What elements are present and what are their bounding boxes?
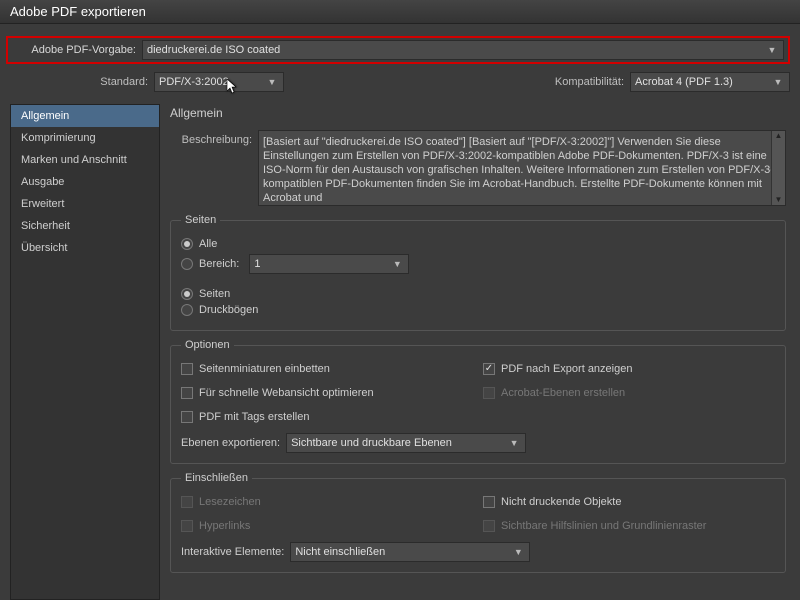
standard-compat-row: Standard: PDF/X-3:2002 ▼ Kompatibilität:… — [10, 72, 790, 92]
chevron-down-icon: ▼ — [765, 45, 779, 55]
sidebar-item-output[interactable]: Ausgabe — [11, 171, 159, 193]
standard-value: PDF/X-3:2002 — [159, 76, 229, 88]
chevron-down-icon: ▼ — [511, 547, 525, 557]
preset-dropdown[interactable]: diedruckerei.de ISO coated ▼ — [142, 40, 784, 60]
main-area: Allgemein Komprimierung Marken und Ansch… — [10, 104, 790, 600]
description-label: Beschreibung: — [170, 130, 252, 206]
check-acrobat-layers: Acrobat-Ebenen erstellen — [483, 387, 775, 399]
export-pdf-dialog: Adobe PDF exportieren Adobe PDF-Vorgabe:… — [0, 0, 800, 600]
check-fast-web-view[interactable]: Für schnelle Webansicht optimieren — [181, 387, 473, 399]
include-fieldset: Einschließen Lesezeichen Nicht druckende… — [170, 472, 786, 573]
radio-icon — [181, 258, 193, 270]
sidebar-item-summary[interactable]: Übersicht — [11, 237, 159, 259]
standard-dropdown[interactable]: PDF/X-3:2002 ▼ — [154, 72, 284, 92]
sidebar-item-compression[interactable]: Komprimierung — [11, 127, 159, 149]
interactive-elements-row: Interaktive Elemente: Nicht einschließen… — [181, 542, 775, 562]
checkbox-icon — [181, 411, 193, 423]
sidebar-item-general[interactable]: Allgemein — [11, 105, 159, 127]
radio-icon — [181, 288, 193, 300]
export-layers-dropdown[interactable]: Sichtbare und druckbare Ebenen ▼ — [286, 433, 526, 453]
window-title: Adobe PDF exportieren — [10, 4, 146, 19]
include-legend: Einschließen — [181, 472, 252, 484]
description-textarea[interactable]: [Basiert auf "diedruckerei.de ISO coated… — [258, 130, 786, 206]
chevron-down-icon: ▼ — [507, 438, 521, 448]
chevron-down-icon: ▼ — [771, 77, 785, 87]
check-guides-grids: Sichtbare Hilfslinien und Grundlinienras… — [483, 520, 775, 532]
titlebar: Adobe PDF exportieren — [0, 0, 800, 24]
description-text: [Basiert auf "diedruckerei.de ISO coated… — [263, 136, 774, 204]
chevron-down-icon: ▼ — [390, 259, 404, 269]
checkbox-icon — [483, 363, 495, 375]
export-layers-label: Ebenen exportieren: — [181, 437, 280, 449]
check-nonprinting-objects[interactable]: Nicht druckende Objekte — [483, 496, 775, 508]
sidebar-item-marks-bleed[interactable]: Marken und Anschnitt — [11, 149, 159, 171]
pages-fieldset: Seiten Alle Bereich: 1 ▼ — [170, 214, 786, 331]
compat-value: Acrobat 4 (PDF 1.3) — [635, 76, 733, 88]
mouse-cursor-icon — [227, 79, 239, 95]
check-view-after-export[interactable]: PDF nach Export anzeigen — [483, 363, 775, 375]
check-tagged-pdf[interactable]: PDF mit Tags erstellen — [181, 411, 473, 423]
checkbox-icon — [181, 520, 193, 532]
preset-row: Adobe PDF-Vorgabe: diedruckerei.de ISO c… — [6, 36, 790, 64]
scrollbar[interactable]: ▲ ▼ — [771, 131, 785, 205]
scroll-up-icon: ▲ — [775, 131, 783, 141]
chevron-down-icon: ▼ — [265, 77, 279, 87]
dialog-content: Adobe PDF-Vorgabe: diedruckerei.de ISO c… — [0, 24, 800, 600]
checkbox-icon — [483, 496, 495, 508]
sidebar-item-security[interactable]: Sicherheit — [11, 215, 159, 237]
interactive-elements-label: Interaktive Elemente: — [181, 546, 284, 558]
preset-value: diedruckerei.de ISO coated — [147, 44, 280, 56]
checkbox-icon — [181, 496, 193, 508]
standard-label: Standard: — [10, 76, 148, 88]
options-legend: Optionen — [181, 339, 234, 351]
radio-spreads[interactable]: Druckbögen — [181, 304, 775, 316]
export-layers-row: Ebenen exportieren: Sichtbare und druckb… — [181, 433, 775, 453]
category-sidebar: Allgemein Komprimierung Marken und Ansch… — [10, 104, 160, 600]
interactive-elements-dropdown[interactable]: Nicht einschließen ▼ — [290, 542, 530, 562]
checkbox-icon — [483, 387, 495, 399]
description-row: Beschreibung: [Basiert auf "diedruckerei… — [170, 130, 786, 206]
general-panel: Allgemein Beschreibung: [Basiert auf "di… — [170, 104, 790, 600]
panel-title: Allgemein — [170, 104, 786, 124]
checkbox-icon — [181, 363, 193, 375]
radio-pages[interactable]: Seiten — [181, 288, 775, 300]
preset-label: Adobe PDF-Vorgabe: — [12, 44, 136, 56]
radio-all[interactable]: Alle — [181, 238, 775, 250]
checkbox-icon — [181, 387, 193, 399]
options-fieldset: Optionen Seitenminiaturen einbetten PDF … — [170, 339, 786, 464]
sidebar-item-advanced[interactable]: Erweitert — [11, 193, 159, 215]
pages-legend: Seiten — [181, 214, 220, 226]
check-bookmarks: Lesezeichen — [181, 496, 473, 508]
check-thumbnails[interactable]: Seitenminiaturen einbetten — [181, 363, 473, 375]
radio-icon — [181, 304, 193, 316]
compat-label: Kompatibilität: — [486, 76, 624, 88]
checkbox-icon — [483, 520, 495, 532]
range-dropdown[interactable]: 1 ▼ — [249, 254, 409, 274]
scroll-down-icon: ▼ — [775, 195, 783, 205]
radio-icon — [181, 238, 193, 250]
compat-dropdown[interactable]: Acrobat 4 (PDF 1.3) ▼ — [630, 72, 790, 92]
radio-range[interactable]: Bereich: 1 ▼ — [181, 254, 775, 274]
check-hyperlinks: Hyperlinks — [181, 520, 473, 532]
